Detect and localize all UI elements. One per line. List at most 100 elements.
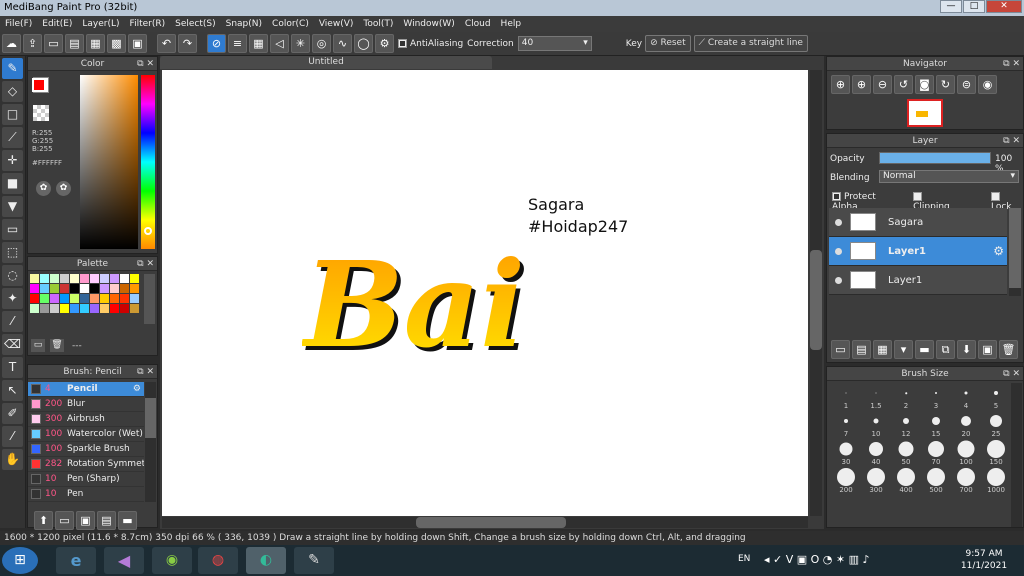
- brush-size-option[interactable]: 100: [951, 439, 981, 467]
- minimize-button[interactable]: —: [940, 0, 962, 13]
- panel-controls-icon[interactable]: ⧉ ✕: [1003, 57, 1020, 71]
- snap-ellipse-icon[interactable]: ◯: [354, 34, 373, 53]
- brush-size-option[interactable]: 12: [891, 411, 921, 439]
- select-pen-tool-icon[interactable]: ⁄: [2, 311, 23, 332]
- brush-size-option[interactable]: 30: [831, 439, 861, 467]
- palette-swatch[interactable]: [120, 294, 129, 303]
- protect-alpha-checkbox[interactable]: [832, 192, 841, 201]
- message-icon[interactable]: ▤: [65, 34, 84, 53]
- document-tab[interactable]: Untitled: [160, 56, 492, 69]
- visual-studio-icon[interactable]: ◀: [104, 547, 144, 574]
- palette-swatch[interactable]: [60, 304, 69, 313]
- palette-swatch[interactable]: [90, 274, 99, 283]
- palette-swatch[interactable]: [80, 274, 89, 283]
- brush-size-option[interactable]: 10: [861, 411, 891, 439]
- palette-swatch[interactable]: [110, 274, 119, 283]
- brush-item[interactable]: 300 Airbrush: [28, 412, 144, 427]
- menu-tool[interactable]: Tool(T): [358, 16, 398, 32]
- layer-scrollbar[interactable]: [1009, 208, 1021, 296]
- trash-icon[interactable]: 🗑: [50, 339, 64, 352]
- brush-item[interactable]: 10 Pen (Sharp): [28, 472, 144, 487]
- menu-layer[interactable]: Layer(L): [77, 16, 124, 32]
- fit-window-icon[interactable]: ◙: [915, 75, 934, 94]
- brush-folder-icon[interactable]: ▬: [118, 511, 137, 530]
- select-eraser-tool-icon[interactable]: ⌫: [2, 334, 23, 355]
- palette-swatch[interactable]: [80, 284, 89, 293]
- medibang-icon[interactable]: ◐: [246, 547, 286, 574]
- menu-window[interactable]: Window(W): [398, 16, 459, 32]
- snap-perspective-icon[interactable]: ◁: [270, 34, 289, 53]
- palette-swatch[interactable]: [100, 274, 109, 283]
- move-tool-icon[interactable]: ✛: [2, 150, 23, 171]
- palette-swatch[interactable]: [110, 294, 119, 303]
- brush-item[interactable]: 100 Sparkle Brush: [28, 442, 144, 457]
- brush-size-option[interactable]: 50: [891, 439, 921, 467]
- new-layer-menu-icon[interactable]: ▾: [894, 340, 913, 359]
- visibility-icon[interactable]: [835, 247, 842, 255]
- panel-controls-icon[interactable]: ⧉ ✕: [137, 365, 154, 379]
- menu-edit[interactable]: Edit(E): [37, 16, 77, 32]
- brush-size-option[interactable]: 150: [981, 439, 1011, 467]
- brush-property-icon[interactable]: ▤: [97, 511, 116, 530]
- menu-snap[interactable]: Snap(N): [221, 16, 267, 32]
- palette-swatch[interactable]: [110, 284, 119, 293]
- zoom-out-icon[interactable]: ⊖: [873, 75, 892, 94]
- palette-swatch[interactable]: [70, 304, 79, 313]
- operation-tool-icon[interactable]: ↖: [2, 380, 23, 401]
- transparent-color-swatch[interactable]: [33, 105, 49, 121]
- divide-tool-icon[interactable]: ✐: [2, 403, 23, 424]
- brush-size-option[interactable]: 15: [921, 411, 951, 439]
- palette-swatch[interactable]: [50, 294, 59, 303]
- snap-circle-icon[interactable]: ◎: [312, 34, 331, 53]
- palette-swatch[interactable]: [60, 284, 69, 293]
- delete-layer-icon[interactable]: 🗑: [999, 340, 1018, 359]
- brush-options-icon[interactable]: ▣: [76, 511, 95, 530]
- palette-swatch[interactable]: [30, 274, 39, 283]
- navigator-thumbnail[interactable]: [907, 99, 943, 127]
- comment-icon[interactable]: ▭: [44, 34, 63, 53]
- snap-radial-icon[interactable]: ✳: [291, 34, 310, 53]
- snap-parallel-icon[interactable]: ≡: [228, 34, 247, 53]
- menu-select[interactable]: Select(S): [170, 16, 221, 32]
- eyedropper-tool-icon[interactable]: ⁄: [2, 426, 23, 447]
- tray-icons[interactable]: ◂ ✓ V ▣ O ◔ ✶ ▥ ♪: [764, 553, 870, 566]
- zoom-in-icon[interactable]: ⊕: [831, 75, 850, 94]
- palette-swatch[interactable]: [30, 304, 39, 313]
- snap-curve-icon[interactable]: ∿: [333, 34, 352, 53]
- duplicate-layer-icon[interactable]: ⧉: [936, 340, 955, 359]
- rectangle-tool-icon[interactable]: □: [2, 104, 23, 125]
- palette-swatch[interactable]: [70, 274, 79, 283]
- dot-tool-icon[interactable]: ⟋: [2, 127, 23, 148]
- layer-row[interactable]: Layer1 ⚙: [829, 237, 1007, 266]
- hue-handle[interactable]: [144, 227, 152, 235]
- brush-item[interactable]: 100 Watercolor (Wet): [28, 427, 144, 442]
- new-layer-icon[interactable]: ▭: [831, 340, 850, 359]
- brush-size-scrollbar[interactable]: [1011, 383, 1022, 527]
- hue-slider[interactable]: [141, 75, 155, 249]
- palette-swatch[interactable]: [130, 274, 139, 283]
- antialias-checkbox[interactable]: [398, 38, 407, 48]
- palette-swatch[interactable]: [30, 284, 39, 293]
- brush-size-option[interactable]: 200: [831, 467, 861, 495]
- cloud-icon[interactable]: ☁: [2, 34, 21, 53]
- palette-swatch[interactable]: [40, 304, 49, 313]
- document-icon[interactable]: ▦: [86, 34, 105, 53]
- color-history-icon[interactable]: ✿: [56, 181, 71, 196]
- brush-scrollbar[interactable]: [145, 382, 156, 502]
- panel-icon[interactable]: ▣: [128, 34, 147, 53]
- palette-swatch[interactable]: [90, 304, 99, 313]
- language-indicator[interactable]: EN: [738, 554, 750, 564]
- opacity-slider[interactable]: [879, 152, 991, 164]
- brush-size-option[interactable]: 2: [891, 383, 921, 411]
- clipping-checkbox[interactable]: [913, 192, 923, 201]
- brush-size-option[interactable]: 1: [831, 383, 861, 411]
- brush-size-option[interactable]: 1000: [981, 467, 1011, 495]
- menu-filter[interactable]: Filter(R): [125, 16, 171, 32]
- new-palette-icon[interactable]: ▭: [31, 339, 45, 352]
- palette-swatch[interactable]: [40, 284, 49, 293]
- gradient-tool-icon[interactable]: ▭: [2, 219, 23, 240]
- correction-select[interactable]: 40 ▾: [517, 36, 592, 51]
- palette-swatch[interactable]: [50, 304, 59, 313]
- undo-icon[interactable]: ↶: [157, 34, 176, 53]
- palette-swatch[interactable]: [100, 284, 109, 293]
